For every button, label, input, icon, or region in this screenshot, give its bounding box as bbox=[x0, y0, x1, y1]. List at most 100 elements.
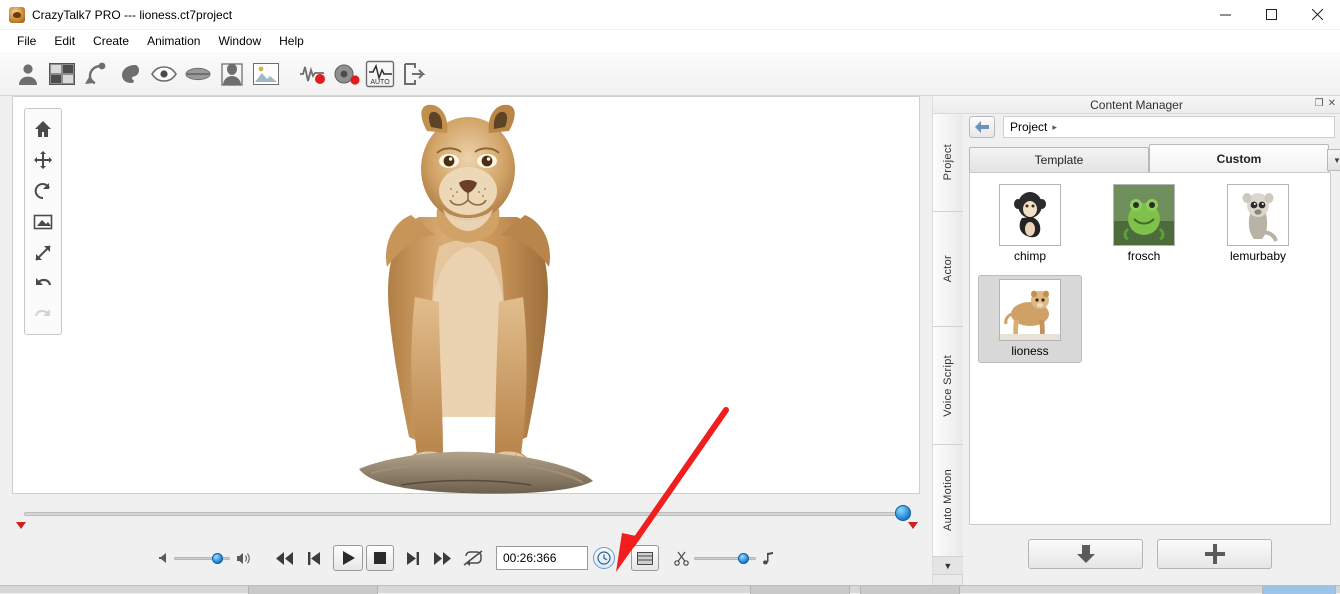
preview-stage[interactable] bbox=[12, 96, 920, 494]
library-footer bbox=[969, 539, 1331, 573]
minimize-button[interactable] bbox=[1202, 0, 1248, 30]
transport-bar: 00:26:366 bbox=[0, 494, 932, 593]
actor-preview[interactable] bbox=[331, 97, 606, 495]
tab-dropdown-button[interactable]: ▼ bbox=[1327, 149, 1340, 171]
content-manager-title: Content Manager bbox=[1090, 97, 1183, 112]
content-manager-content: Project ▸ Template Custom ▼ chimp frosch… bbox=[963, 114, 1340, 593]
menu-animation[interactable]: Animation bbox=[138, 31, 209, 51]
menu-create[interactable]: Create bbox=[84, 31, 138, 51]
close-panel-button[interactable]: ✕ bbox=[1328, 98, 1336, 109]
bust-icon[interactable] bbox=[216, 58, 248, 90]
timeline-groove bbox=[24, 512, 908, 516]
timecode-value: 00:26:366 bbox=[503, 551, 557, 565]
scale-tool-icon[interactable] bbox=[25, 237, 61, 268]
timecode-field[interactable]: 00:26:366 bbox=[496, 546, 588, 570]
scissors-button[interactable] bbox=[671, 546, 691, 570]
os-taskbar[interactable] bbox=[0, 585, 1340, 594]
maximize-button[interactable] bbox=[1248, 0, 1294, 30]
breadcrumb-label: Project bbox=[1010, 120, 1048, 134]
lioness-thumbnail[interactable] bbox=[999, 279, 1061, 341]
speaker-record-icon[interactable] bbox=[330, 58, 362, 90]
range-start-marker[interactable] bbox=[16, 522, 26, 529]
stop-button[interactable] bbox=[366, 545, 394, 571]
library-tabs: Template Custom ▼ bbox=[969, 144, 1340, 172]
breadcrumb[interactable]: Project ▸ bbox=[1003, 116, 1335, 138]
auto-motion-icon[interactable]: AUTO bbox=[364, 58, 396, 90]
image-grid-icon[interactable] bbox=[46, 58, 78, 90]
actor-icon[interactable] bbox=[12, 58, 44, 90]
face-profile-icon[interactable] bbox=[114, 58, 146, 90]
menu-window[interactable]: Window bbox=[209, 31, 270, 51]
app-icon bbox=[9, 6, 25, 23]
float-panel-button[interactable]: ❐ bbox=[1315, 98, 1324, 109]
range-end-marker[interactable] bbox=[908, 522, 918, 529]
content-manager-vertical-tabs: Project Actor Voice Script Auto Motion ▼ bbox=[933, 114, 963, 593]
music-note-icon[interactable] bbox=[759, 546, 777, 570]
frame-view-button[interactable] bbox=[631, 545, 659, 571]
forward-button[interactable] bbox=[428, 546, 456, 570]
play-button[interactable] bbox=[333, 545, 363, 571]
list-item-label: lemurbaby bbox=[1229, 249, 1287, 263]
rewind-button[interactable] bbox=[271, 546, 299, 570]
list-item[interactable]: lioness bbox=[978, 275, 1082, 363]
clock-button[interactable] bbox=[593, 547, 615, 569]
rotate-tool-icon[interactable] bbox=[25, 175, 61, 206]
tab-template[interactable]: Template bbox=[969, 147, 1149, 172]
stage-tool-strip bbox=[24, 108, 62, 335]
move-tool-icon[interactable] bbox=[25, 144, 61, 175]
add-to-library-button[interactable] bbox=[1157, 539, 1272, 569]
fit-image-icon[interactable] bbox=[25, 206, 61, 237]
list-item[interactable]: lemurbaby bbox=[1206, 181, 1310, 269]
next-frame-button[interactable] bbox=[397, 546, 425, 570]
back-button[interactable] bbox=[969, 116, 995, 138]
list-item[interactable]: frosch bbox=[1092, 181, 1196, 269]
menu-edit[interactable]: Edit bbox=[45, 31, 84, 51]
undo-icon[interactable] bbox=[25, 268, 61, 299]
content-manager-titlebar: Content Manager ❐ ✕ bbox=[933, 96, 1340, 114]
stage-wrapper: 00:26:366 bbox=[0, 96, 932, 593]
volume-up-icon[interactable] bbox=[233, 546, 253, 570]
chimp-thumbnail[interactable] bbox=[999, 184, 1061, 246]
prev-frame-button[interactable] bbox=[302, 546, 330, 570]
eye-icon[interactable] bbox=[148, 58, 180, 90]
svg-text:AUTO: AUTO bbox=[370, 79, 390, 86]
main-area: 00:26:366 Content Manager ❐ ✕ Project Ac… bbox=[0, 96, 1340, 593]
loop-off-button[interactable] bbox=[459, 546, 487, 570]
window-titlebar: CrazyTalk7 PRO --- lioness.ct7project bbox=[0, 0, 1340, 30]
waveform-record-icon[interactable] bbox=[296, 58, 328, 90]
lemurbaby-thumbnail[interactable] bbox=[1227, 184, 1289, 246]
redo-icon[interactable] bbox=[25, 299, 61, 330]
home-view-icon[interactable] bbox=[25, 113, 61, 144]
library-grid[interactable]: chimp frosch lemurbaby lioness bbox=[969, 172, 1331, 525]
timeline-track[interactable] bbox=[16, 505, 918, 529]
menu-help[interactable]: Help bbox=[270, 31, 313, 51]
window-title: CrazyTalk7 PRO --- lioness.ct7project bbox=[32, 7, 233, 22]
vtab-actor[interactable]: Actor bbox=[933, 212, 963, 327]
vtab-scroll-down-icon[interactable]: ▼ bbox=[933, 557, 963, 575]
list-item-label: lioness bbox=[1011, 344, 1049, 358]
close-button[interactable] bbox=[1294, 0, 1340, 30]
vtab-auto-motion[interactable]: Auto Motion bbox=[933, 445, 963, 557]
mouth-icon[interactable] bbox=[182, 58, 214, 90]
content-manager-panel: Content Manager ❐ ✕ Project Actor Voice … bbox=[932, 96, 1340, 593]
list-item[interactable]: chimp bbox=[978, 181, 1082, 269]
vtab-project[interactable]: Project bbox=[933, 114, 963, 212]
window-controls bbox=[1202, 0, 1340, 30]
timeline-playhead[interactable] bbox=[895, 505, 911, 521]
export-icon[interactable] bbox=[398, 58, 430, 90]
volume-slider[interactable] bbox=[174, 551, 230, 565]
picture-icon[interactable] bbox=[250, 58, 282, 90]
volume-slider-knob[interactable] bbox=[212, 552, 223, 564]
head-rotate-icon[interactable] bbox=[80, 58, 112, 90]
list-item-label: frosch bbox=[1127, 249, 1161, 263]
speed-slider[interactable] bbox=[694, 551, 756, 565]
frosch-thumbnail[interactable] bbox=[1113, 184, 1175, 246]
volume-mute-icon[interactable] bbox=[155, 546, 171, 570]
vtab-voice-script[interactable]: Voice Script bbox=[933, 327, 963, 445]
speed-slider-knob[interactable] bbox=[738, 552, 749, 564]
breadcrumb-row: Project ▸ bbox=[963, 114, 1340, 140]
list-item-label: chimp bbox=[1013, 249, 1046, 263]
tab-custom[interactable]: Custom bbox=[1149, 144, 1329, 172]
menu-file[interactable]: File bbox=[8, 31, 45, 51]
download-to-library-button[interactable] bbox=[1028, 539, 1143, 569]
